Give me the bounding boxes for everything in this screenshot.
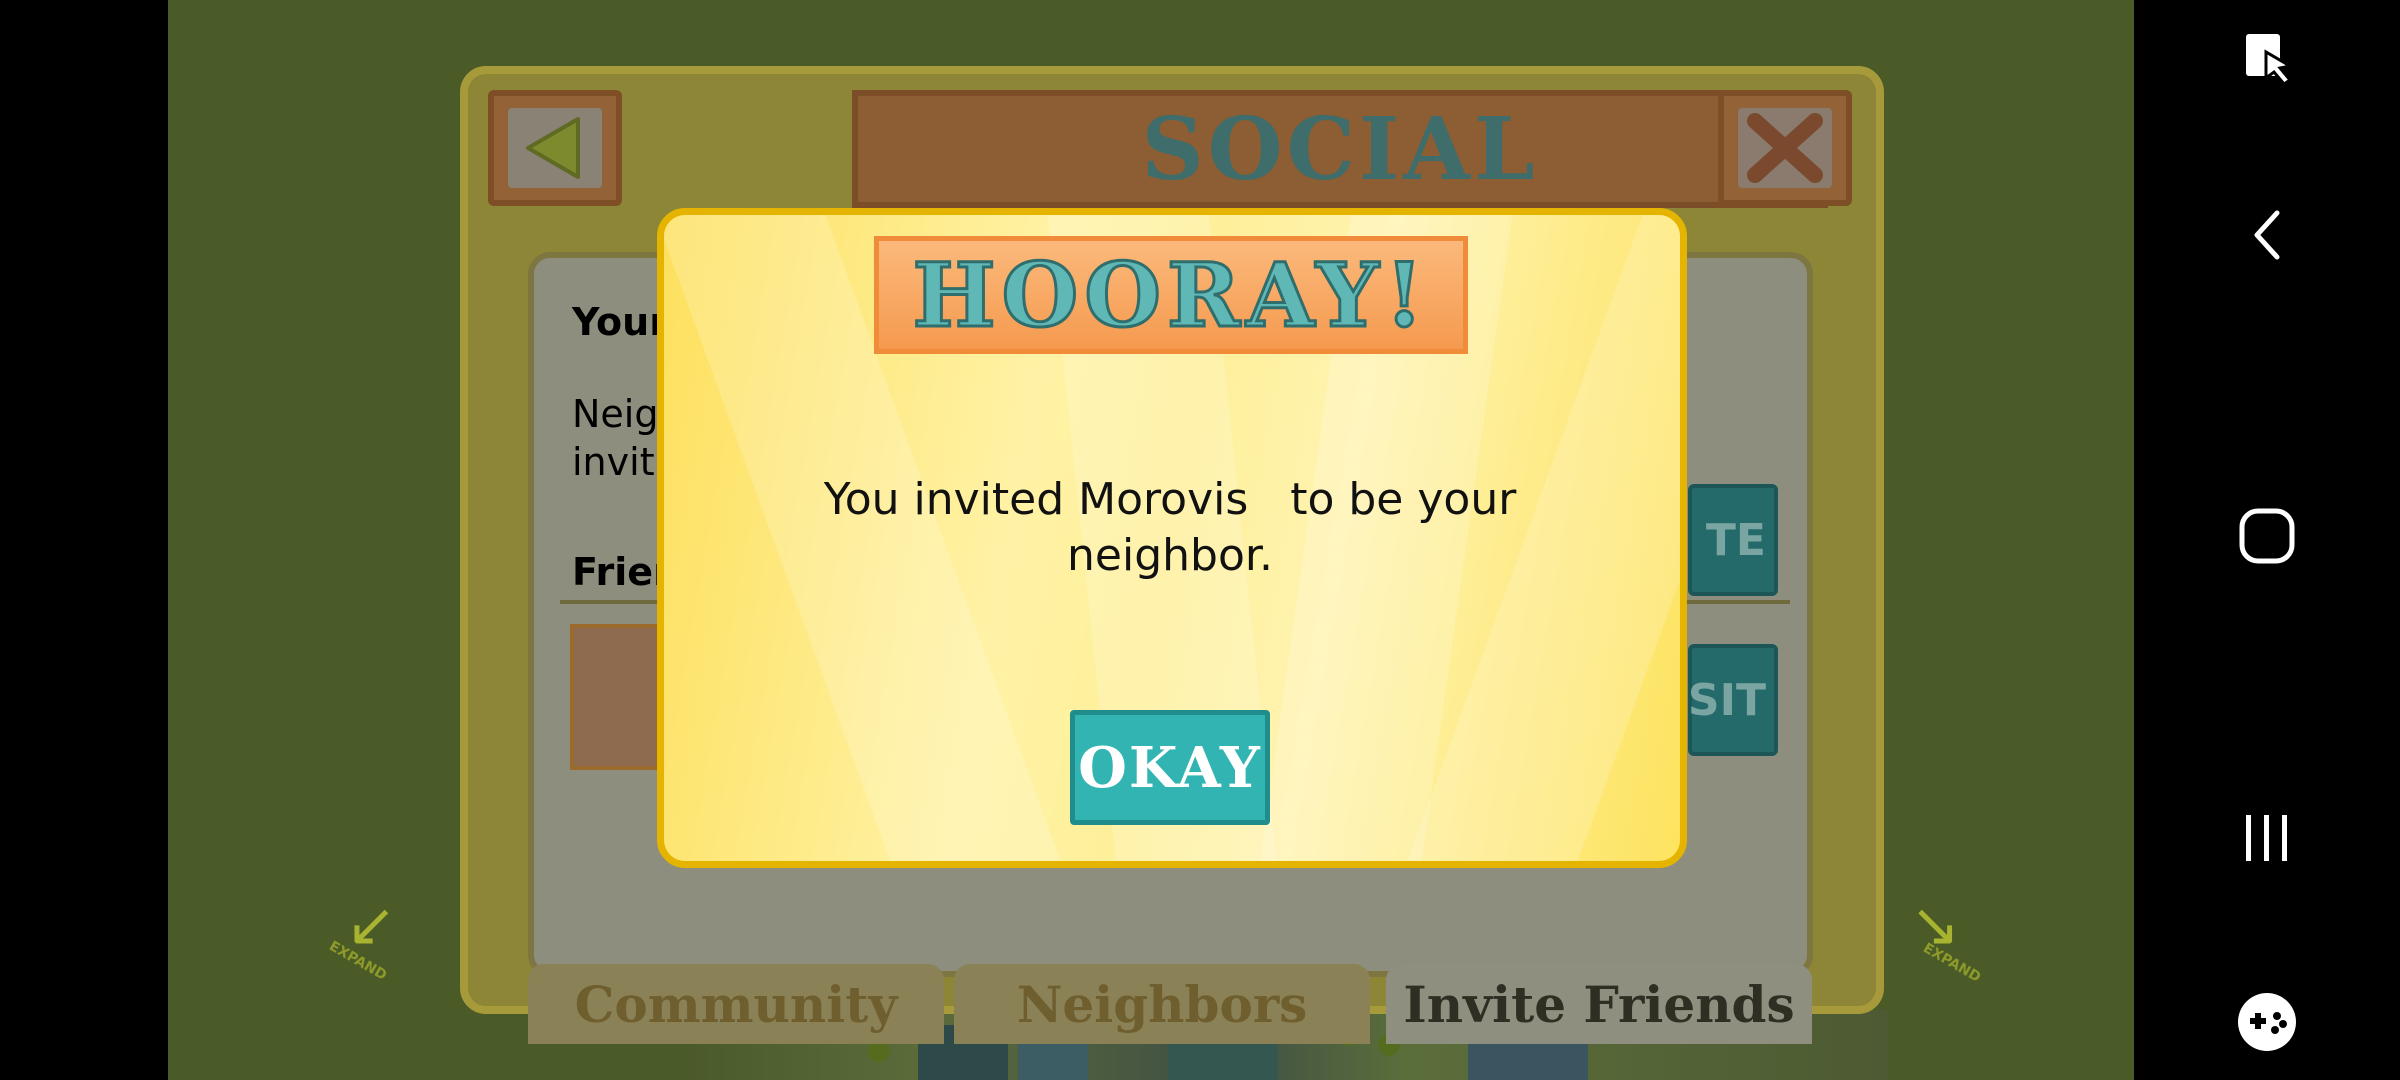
game-tools-button[interactable] [2134, 990, 2400, 1054]
triangle-left-icon [526, 117, 580, 179]
friend-avatar[interactable] [570, 624, 660, 770]
hooray-title: HOORAY! [911, 242, 1430, 349]
invite-button[interactable]: TE [1688, 484, 1778, 596]
tab-neighbors[interactable]: Neighbors [954, 964, 1370, 1044]
x-close-icon [1747, 113, 1823, 183]
back-button[interactable] [488, 90, 622, 206]
okay-button-label: OKAY [1078, 734, 1262, 801]
okay-button[interactable]: OKAY [1070, 710, 1270, 825]
expand-right-arrow[interactable]: ↘ EXPAND [1900, 895, 1990, 986]
visit-button[interactable]: SIT [1688, 644, 1778, 756]
invite-confirmation-message: You invited Morovis to be your neighbor. [823, 474, 1517, 581]
back-icon [2254, 210, 2280, 260]
invite-button-label: TE [1705, 514, 1766, 566]
social-title: SOCIAL [1141, 98, 1539, 200]
neighbors-info-line2: invit [572, 440, 655, 484]
home-nav-button[interactable] [2134, 500, 2400, 572]
game-controller-icon [2238, 993, 2296, 1051]
close-button[interactable] [1718, 90, 1852, 206]
tab-invite-friends[interactable]: Invite Friends [1386, 964, 1812, 1044]
home-icon [2239, 508, 2295, 564]
hooray-banner: HOORAY! [874, 236, 1468, 354]
back-nav-button[interactable] [2134, 200, 2400, 270]
recents-icon [2246, 815, 2287, 861]
tab-community[interactable]: Community [528, 964, 944, 1044]
android-navigation-bar [2134, 0, 2400, 1080]
expand-left-arrow[interactable]: ↙ EXPAND [326, 895, 416, 985]
neighbors-info-line1: Neig [572, 392, 659, 436]
screen-lock-button[interactable] [2134, 28, 2400, 88]
screen-lock-icon [2246, 34, 2292, 86]
arrow-down-left-icon: ↙ [346, 890, 397, 960]
visit-button-label: SIT [1687, 674, 1766, 726]
your-label: Your [572, 300, 668, 344]
social-title-bar: SOCIAL [852, 90, 1828, 208]
recents-nav-button[interactable] [2134, 806, 2400, 870]
